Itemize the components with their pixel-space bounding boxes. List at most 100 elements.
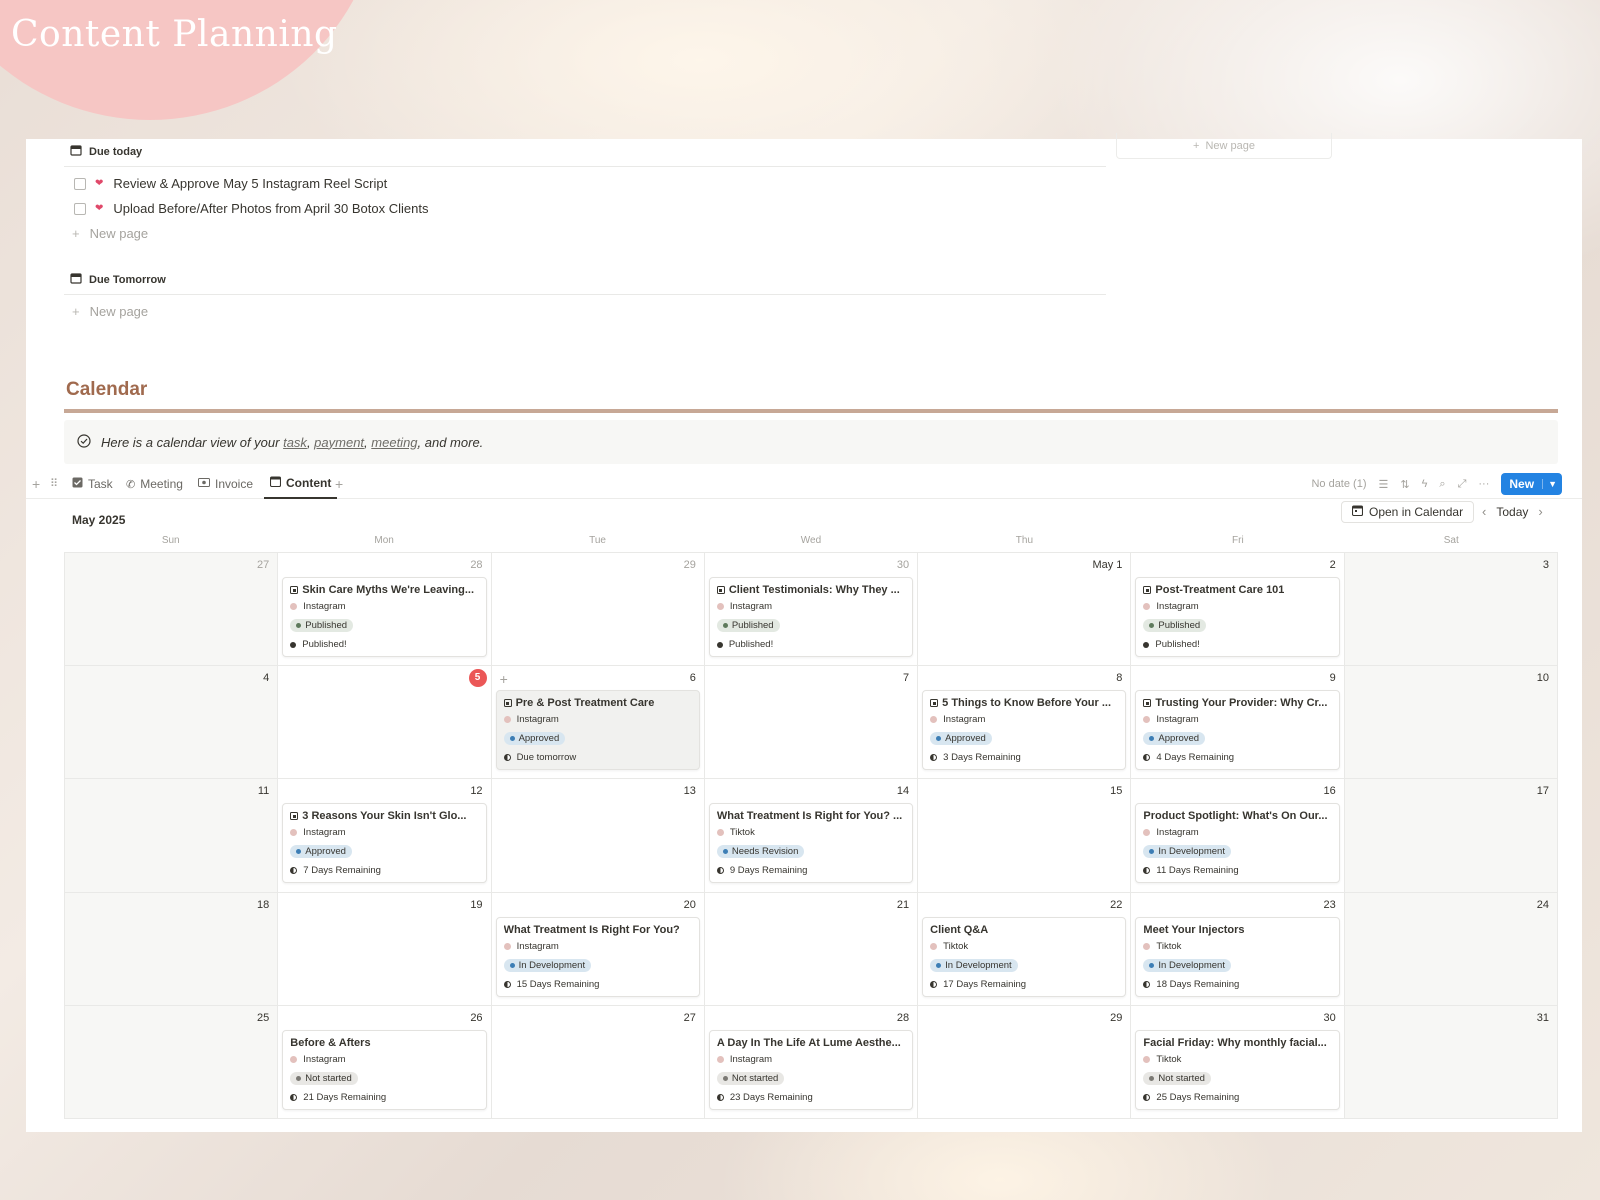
expand-icon[interactable]: ⤢ <box>1458 478 1467 491</box>
calendar-day-cell[interactable]: 12 3 Reasons Your Skin Isn't Glo... Instag… <box>278 779 492 893</box>
drag-handle-icon[interactable]: ⠿ <box>50 477 58 490</box>
calendar-day-cell[interactable]: 6 + Pre & Post Treatment Care Instagram Appr… <box>491 666 705 780</box>
chevron-down-icon[interactable]: ▼ <box>1542 479 1562 489</box>
calendar-day-cell[interactable]: 11 <box>65 779 279 893</box>
calendar-day-cell[interactable]: 27 <box>491 1005 705 1119</box>
calendar-day-cell[interactable]: 10 <box>1344 666 1558 780</box>
calendar-day-cell[interactable]: 24 <box>1344 892 1558 1006</box>
half-circle-icon <box>1143 867 1151 875</box>
todo-text[interactable]: Review & Approve May 5 Instagram Reel Sc… <box>113 176 387 191</box>
calendar-day-cell[interactable]: 29 <box>918 1005 1132 1119</box>
todo-checkbox[interactable] <box>74 177 86 190</box>
calendar-day-cell[interactable]: 9 Trusting Your Provider: Why Cr... Instag… <box>1131 666 1345 780</box>
calendar-day-cell[interactable]: 25 <box>65 1005 279 1119</box>
day-number: 11 <box>257 785 270 798</box>
event-card[interactable]: Post-Treatment Care 101 Instagram Publishe… <box>1135 577 1340 657</box>
tab-label: Invoice <box>215 477 254 491</box>
calendar-day-cell[interactable]: 27 <box>65 553 279 667</box>
event-card[interactable]: A Day In The Life At Lume Aesthe... Insta… <box>708 1029 914 1110</box>
search-icon[interactable]: ⌕ <box>1439 478 1445 491</box>
event-card[interactable]: Client Testimonials: Why They ... Instagr… <box>708 577 914 657</box>
chevron-right-icon[interactable]: › <box>1538 504 1542 519</box>
half-circle-icon <box>503 980 511 988</box>
calendar-day-cell[interactable]: 8 5 Things to Know Before Your ... Instagr… <box>918 666 1132 780</box>
event-card[interactable]: What Treatment Is Right For You? Instagra… <box>495 916 700 997</box>
filter-icon[interactable]: ☰ <box>1378 478 1388 491</box>
status-dot-icon <box>1143 641 1150 648</box>
day-number: 27 <box>257 559 270 571</box>
platform-dot <box>290 1055 298 1063</box>
platform-property: Instagram <box>716 597 905 616</box>
calendar-day-cell[interactable]: 30 Client Testimonials: Why They ... Insta… <box>704 553 919 667</box>
today-button[interactable]: Today <box>1496 505 1528 519</box>
calendar-day-cell[interactable]: 28 A Day In The Life At Lume Aesthe... Ins… <box>704 1005 919 1119</box>
automation-icon[interactable]: ϟ <box>1422 478 1428 490</box>
calendar-day-cell[interactable]: 5 <box>278 666 492 780</box>
calendar-day-cell[interactable]: 22 Client Q&A Tiktok In Development 17 Days … <box>918 892 1132 1006</box>
todo-text[interactable]: Upload Before/After Photos from April 30… <box>113 201 428 216</box>
platform-text: Instagram <box>729 601 773 612</box>
calendar-day-cell[interactable]: 29 <box>491 553 705 667</box>
meeting-link[interactable]: meeting <box>371 435 417 450</box>
payment-link[interactable]: payment <box>314 435 364 450</box>
event-card[interactable]: Pre & Post Treatment Care Instagram Approv… <box>495 690 700 771</box>
tab-content[interactable]: Content <box>264 469 338 499</box>
event-card[interactable]: 5 Things to Know Before Your ... Instagra… <box>922 690 1127 771</box>
todo-checkbox[interactable] <box>74 202 86 215</box>
calendar-day-cell[interactable]: 18 <box>65 892 279 1006</box>
calendar-day-cell[interactable]: 26 Before & Afters Instagram Not started 21 … <box>278 1005 492 1119</box>
due-tomorrow-label: Due Tomorrow <box>89 273 166 286</box>
calendar-day-cell[interactable]: 30 Facial Friday: Why monthly facial... Ti… <box>1131 1005 1345 1119</box>
task-link[interactable]: task <box>283 435 307 450</box>
todo-item[interactable]: ❤ Review & Approve May 5 Instagram Reel … <box>74 176 387 191</box>
event-card[interactable]: What Treatment Is Right for You? ... Tikt… <box>708 803 914 884</box>
due-tomorrow-new-page-button[interactable]: + New page <box>72 304 148 319</box>
calendar-day-cell[interactable]: 17 <box>1344 779 1558 893</box>
chevron-left-icon[interactable]: ‹ <box>1482 504 1486 519</box>
event-card[interactable]: Product Spotlight: What's On Our... Insta… <box>1135 803 1340 884</box>
calendar-day-cell[interactable]: 15 <box>918 779 1132 893</box>
calendar-day-cell[interactable]: 20 What Treatment Is Right For You? Instag… <box>491 892 705 1006</box>
add-event-plus-icon[interactable]: + <box>500 671 508 687</box>
tab-meeting[interactable]: ✆ Meeting <box>126 469 183 499</box>
calendar-day-cell[interactable]: May 1 <box>918 553 1132 667</box>
event-card[interactable]: Facial Friday: Why monthly facial... Tikt… <box>1135 1029 1340 1110</box>
event-title: Pre & Post Treatment Care <box>503 696 692 710</box>
no-date-button[interactable]: No date (1) <box>1311 478 1366 490</box>
due-property: 23 Days Remaining <box>716 1088 905 1107</box>
calendar-day-cell[interactable]: 23 Meet Your Injectors Tiktok In Developmen… <box>1131 892 1345 1006</box>
event-card[interactable]: Meet Your Injectors Tiktok In Development 1… <box>1135 916 1340 997</box>
calendar-day-cell[interactable]: 16 Product Spotlight: What's On Our... Ins… <box>1131 779 1345 893</box>
event-card[interactable]: 3 Reasons Your Skin Isn't Glo... Instagra… <box>282 803 487 884</box>
calendar-day-cell[interactable]: 4 <box>65 666 279 780</box>
due-today-new-page-button[interactable]: + New page <box>72 226 148 241</box>
calendar-day-cell[interactable]: 28 Skin Care Myths We're Leaving... Instag… <box>278 553 492 667</box>
calendar-day-cell[interactable]: 7 <box>704 666 919 780</box>
event-card[interactable]: Skin Care Myths We're Leaving... Instagra… <box>282 577 487 657</box>
event-title-text: Trusting Your Provider: Why Cr... <box>1155 697 1328 710</box>
more-icon[interactable]: ··· <box>1478 478 1489 490</box>
calendar-day-cell[interactable]: 31 <box>1344 1005 1558 1119</box>
new-button[interactable]: New ▼ <box>1501 473 1562 495</box>
calendar-day-cell[interactable]: 19 <box>278 892 492 1006</box>
event-card[interactable]: Trusting Your Provider: Why Cr... Instagr… <box>1135 690 1340 771</box>
tab-invoice[interactable]: Invoice <box>198 469 253 499</box>
day-number: 18 <box>257 898 270 911</box>
event-card[interactable]: Client Q&A Tiktok In Development 17 Days Re… <box>922 916 1127 997</box>
day-number: 13 <box>683 785 696 798</box>
calendar-day-cell[interactable]: 13 <box>491 779 705 893</box>
calendar-day-cell[interactable]: 14 What Treatment Is Right for You? ... Ti… <box>704 779 919 893</box>
calendar-day-cell[interactable]: 21 <box>704 892 919 1006</box>
event-card[interactable]: Before & Afters Instagram Not started 21 Da… <box>282 1029 487 1110</box>
add-view-button[interactable]: + <box>335 476 343 492</box>
platform-text: Instagram <box>1156 601 1199 612</box>
calendar-day-cell[interactable]: 3 <box>1344 553 1558 667</box>
tab-task[interactable]: Task <box>72 469 113 499</box>
calendar-day-cell[interactable]: 2 Post-Treatment Care 101 Instagram Publish… <box>1131 553 1345 667</box>
todo-item[interactable]: ❤ Upload Before/After Photos from April … <box>74 201 428 216</box>
gallery-new-page-button[interactable]: + New page <box>1116 133 1332 159</box>
open-in-calendar-button[interactable]: Open in Calendar <box>1341 501 1475 523</box>
add-block-icon[interactable]: + <box>32 476 40 492</box>
event-title: Trusting Your Provider: Why Cr... <box>1143 696 1331 710</box>
sort-icon[interactable]: ⇅ <box>1400 478 1409 491</box>
